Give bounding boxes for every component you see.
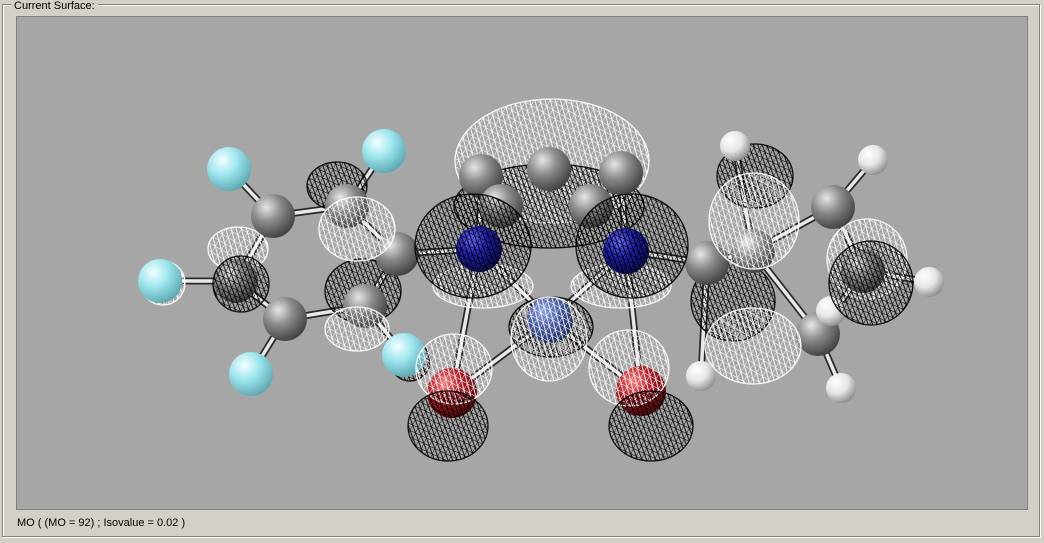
- fluorine-atom: [207, 147, 251, 191]
- positive-orbital-lobe: [704, 307, 802, 385]
- negative-orbital-lobe: [828, 240, 914, 326]
- fluorine-atom: [362, 129, 406, 173]
- molecule-viewport[interactable]: [16, 16, 1028, 510]
- fluorine-atom: [138, 259, 182, 303]
- carbon-atom: [527, 147, 571, 191]
- surface-window: Current Surface: MO ((MO = 92) ; Isoval…: [0, 0, 1044, 543]
- negative-orbital-lobe: [575, 193, 689, 299]
- hydrogen-atom: [858, 145, 888, 175]
- carbon-atom: [599, 151, 643, 195]
- molecule-scene[interactable]: [17, 17, 1027, 509]
- hydrogen-atom: [914, 267, 944, 297]
- carbon-atom: [251, 194, 295, 238]
- negative-orbital-lobe: [407, 390, 489, 462]
- positive-orbital-lobe: [318, 196, 396, 262]
- negative-orbital-lobe: [608, 390, 694, 462]
- negative-orbital-lobe: [212, 255, 270, 313]
- carbon-atom: [811, 185, 855, 229]
- fluorine-atom: [229, 352, 273, 396]
- carbon-atom: [263, 297, 307, 341]
- groupbox-title: Current Surface:: [11, 1, 98, 12]
- positive-orbital-lobe: [510, 296, 588, 382]
- hydrogen-atom: [720, 131, 750, 161]
- surface-status-text: MO ( (MO = 92) ; Isovalue = 0.02 ): [17, 517, 186, 529]
- positive-orbital-lobe: [708, 172, 800, 270]
- hydrogen-atom: [826, 373, 856, 403]
- negative-orbital-lobe: [414, 193, 532, 299]
- positive-orbital-lobe: [324, 306, 390, 352]
